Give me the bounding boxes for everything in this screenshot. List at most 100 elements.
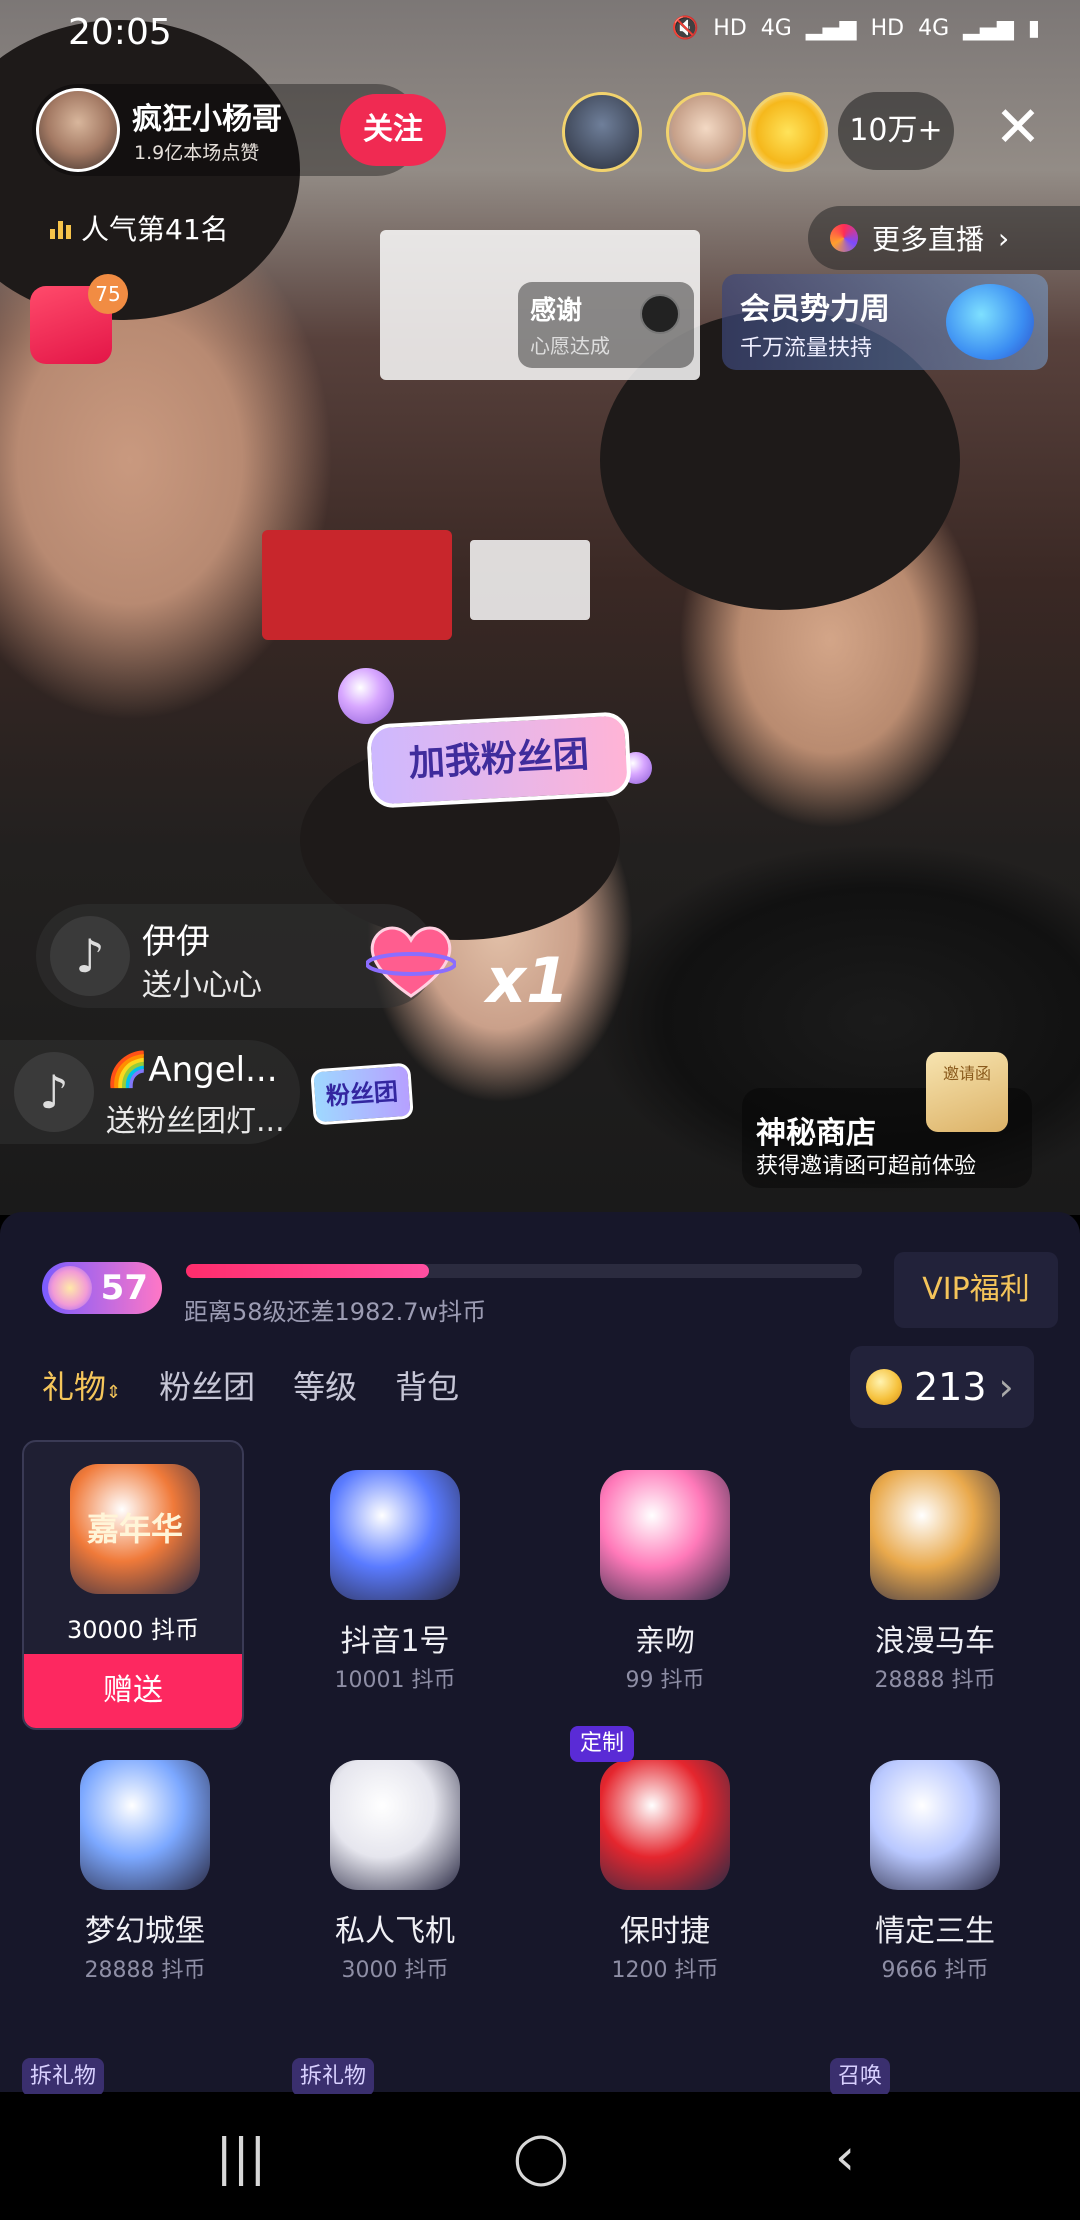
tab-gifts[interactable]: 礼物⇕	[42, 1362, 121, 1408]
gift-price: 28888 抖币	[84, 1958, 206, 1983]
top-viewer-avatar-1[interactable]	[562, 92, 642, 172]
member-title: 会员势力周	[740, 292, 890, 327]
couple-icon	[870, 1760, 1000, 1890]
user-level-badge[interactable]: 57	[42, 1262, 162, 1314]
gift-item[interactable]: 浪漫马车 28888 抖币	[812, 1440, 1058, 1726]
more-live-button[interactable]: 更多直播 ›	[808, 206, 1080, 270]
gift-count: x1	[486, 944, 570, 1017]
douyin-avatar-icon-2: ♪	[14, 1052, 94, 1132]
red-envelope-icon[interactable]: 75	[30, 274, 128, 364]
top-viewer-avatar-2[interactable]	[666, 92, 746, 172]
gift-name: 保时捷	[620, 1914, 710, 1949]
mystery-shop-banner[interactable]: 神秘商店 获得邀请函可超前体验 邀请函	[742, 1052, 1032, 1188]
join-fans-sticker[interactable]: 加我粉丝团	[365, 711, 633, 809]
level-progress-fill	[186, 1264, 430, 1278]
carnival-icon: 嘉年华	[70, 1464, 200, 1594]
status-bar: 20:05 🔇 HD 4G ▂▄▆ HD 4G ▂▄▆ ▮	[0, 10, 1080, 60]
viewer-count[interactable]: 10万+	[838, 92, 954, 170]
status-net-2: 4G	[760, 16, 792, 41]
coin-balance-button[interactable]: 213 ›	[850, 1346, 1034, 1428]
gift-message-gift-2: 送粉丝团灯...	[106, 1104, 285, 1139]
thanks-avatar	[640, 294, 680, 334]
gift-price: 3000 抖币	[341, 1958, 449, 1983]
close-icon[interactable]: ✕	[990, 100, 1046, 156]
user-level: 57	[100, 1268, 148, 1308]
signal-icon-2: ▂▄▆	[963, 16, 1014, 41]
gift-item[interactable]: 嘉年华 30000 抖币赠送	[22, 1440, 244, 1730]
gift-item[interactable]: 抖音1号 10001 抖币	[272, 1440, 518, 1726]
level-gem-icon	[48, 1266, 92, 1310]
gift-message-2[interactable]: ♪ 🌈Angel... 送粉丝团灯...	[0, 1040, 300, 1144]
gift-name: 抖音1号	[340, 1624, 450, 1659]
custom-badge: 定制	[570, 1726, 634, 1762]
level-progress-bar	[186, 1264, 862, 1278]
tab-level[interactable]: 等级	[293, 1362, 357, 1408]
disco-ball-icon	[338, 668, 394, 724]
video-small-sign	[470, 540, 590, 620]
top-viewer-avatar-3[interactable]	[748, 92, 828, 172]
live-video[interactable]	[0, 0, 1080, 1215]
gift-message-user: 伊伊	[142, 922, 210, 962]
fans-club-tag[interactable]: 粉丝团	[310, 1062, 414, 1126]
envelope-badge: 75	[88, 274, 128, 314]
rocket-icon	[330, 1470, 460, 1600]
video-red-sign	[262, 530, 452, 640]
gift-message-user-2: 🌈Angel...	[106, 1050, 278, 1090]
gift-price: 1200 抖币	[611, 1958, 719, 1983]
tab-backpack[interactable]: 背包	[395, 1362, 459, 1408]
invitation-card-icon: 邀请函	[926, 1052, 1008, 1132]
gift-name: 私人飞机	[335, 1914, 455, 1949]
back-icon[interactable]: ‹	[800, 2124, 890, 2190]
sports-car-icon	[600, 1760, 730, 1890]
gift-name: 30000 抖币	[67, 1616, 199, 1644]
gift-tag: 召唤	[830, 2058, 891, 2096]
heart-gift-icon	[366, 926, 456, 998]
gift-message-gift: 送小心心	[142, 968, 262, 1003]
host-avatar[interactable]	[36, 88, 120, 172]
heart-kiss-icon	[600, 1470, 730, 1600]
vip-benefits-button[interactable]: VIP福利	[894, 1252, 1058, 1328]
gift-item[interactable]: 梦幻城堡 28888 抖币	[22, 1730, 268, 2016]
douyin-avatar-icon: ♪	[50, 916, 130, 996]
coin-icon	[866, 1369, 902, 1405]
follow-button[interactable]: 关注	[340, 94, 446, 166]
gift-panel: 57 距离58级还差1982.7w抖币 VIP福利 礼物⇕ 粉丝团 等级 背包 …	[0, 1212, 1080, 2096]
gift-item[interactable]: 亲吻 99 抖币	[542, 1440, 788, 1726]
thanks-banner[interactable]: 感谢 心愿达成	[518, 282, 694, 368]
system-nav-bar: ||| ◯ ‹	[0, 2094, 1080, 2220]
carriage-icon	[870, 1470, 1000, 1600]
gift-tag: 拆礼物	[292, 2058, 375, 2096]
host-info[interactable]: 疯狂小杨哥 1.9亿本场点赞 关注	[32, 84, 446, 176]
gift-name: 浪漫马车	[875, 1624, 995, 1659]
popularity-rank[interactable]: 人气第41名	[50, 208, 229, 248]
gift-name: 情定三生	[875, 1914, 995, 1949]
globe-icon	[946, 284, 1034, 360]
sort-arrows-icon: ⇕	[106, 1382, 122, 1403]
recent-apps-icon[interactable]: |||	[196, 2124, 286, 2190]
tab-gifts-label: 礼物	[42, 1368, 107, 1406]
signal-icon: ▂▄▆	[805, 16, 857, 41]
gift-price: 9666 抖币	[881, 1958, 989, 1983]
member-week-banner[interactable]: 会员势力周 千万流量扶持	[722, 274, 1048, 370]
gift-tag: 拆礼物	[22, 2058, 105, 2096]
shop-sub: 获得邀请函可超前体验	[756, 1154, 977, 1179]
gift-tabs: 礼物⇕ 粉丝团 等级 背包	[42, 1362, 459, 1408]
gift-price: 28888 抖币	[874, 1668, 996, 1693]
home-icon[interactable]: ◯	[496, 2124, 586, 2190]
airplane-icon	[330, 1760, 460, 1890]
gift-item[interactable]: 保时捷 1200 抖币 定制	[542, 1726, 788, 2016]
status-net-1: HD	[713, 16, 747, 41]
gift-price: 10001 抖币	[334, 1668, 456, 1693]
chevron-right-icon: ›	[998, 1365, 1014, 1409]
status-time: 20:05	[68, 12, 172, 53]
gift-item[interactable]: 情定三生 9666 抖币	[812, 1730, 1058, 2016]
thanks-sub: 心愿达成	[530, 334, 610, 358]
level-progress-text: 距离58级还差1982.7w抖币	[184, 1298, 487, 1326]
rank-bars-icon	[50, 217, 71, 239]
tab-fans-club[interactable]: 粉丝团	[159, 1362, 255, 1408]
member-sub: 千万流量扶持	[740, 336, 873, 361]
send-gift-button[interactable]: 赠送	[24, 1654, 242, 1728]
gift-price: 99 抖币	[625, 1668, 705, 1693]
shop-title: 神秘商店	[756, 1116, 876, 1151]
gift-item[interactable]: 私人飞机 3000 抖币	[272, 1730, 518, 2016]
